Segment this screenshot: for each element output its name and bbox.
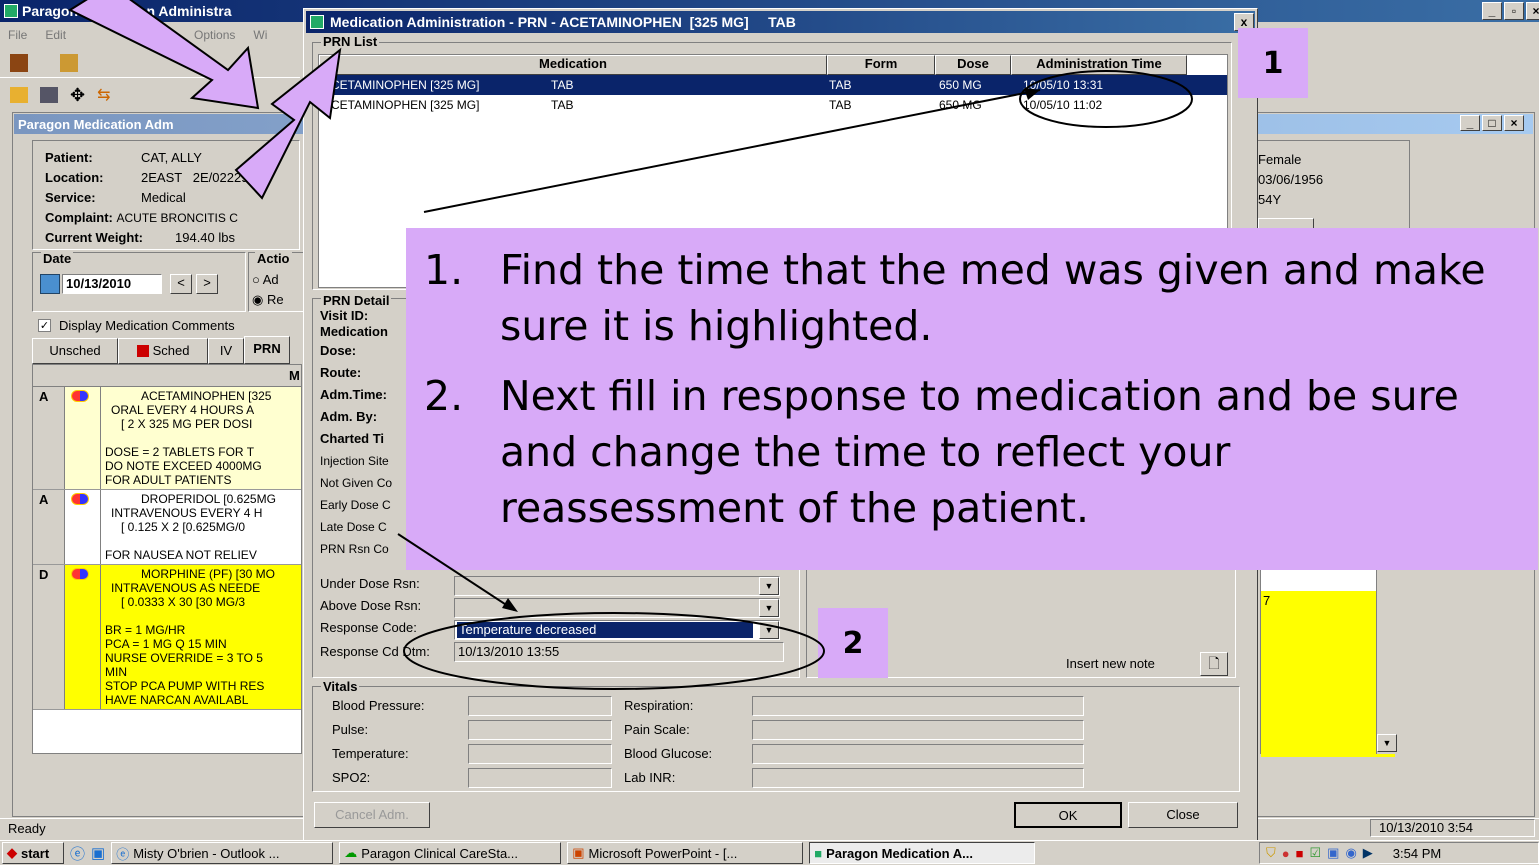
task-outlook[interactable]: ⓔ Misty O'brien - Outlook ... bbox=[111, 842, 334, 864]
tray-globe-icon[interactable]: ◉ bbox=[1345, 845, 1356, 861]
start-button[interactable]: ◆ start bbox=[2, 842, 64, 864]
taskbar-clock: 3:54 PM bbox=[1392, 845, 1442, 861]
task-paragon-label: Paragon Medication A... bbox=[826, 845, 973, 861]
tray-play-icon[interactable]: ▶ bbox=[1363, 845, 1373, 861]
outlook-icon: ⓔ bbox=[116, 846, 130, 862]
task-outlook-label: Misty O'brien - Outlook ... bbox=[133, 845, 280, 861]
carestation-icon: ☁ bbox=[344, 845, 358, 860]
arrow-1-shape bbox=[67, 0, 260, 110]
paragon-icon: ■ bbox=[814, 845, 823, 861]
pointer-head-1 bbox=[1024, 88, 1040, 100]
task-powerpoint[interactable]: ▣ Microsoft PowerPoint - [... bbox=[567, 842, 804, 864]
windows-logo-icon: ◆ bbox=[7, 845, 17, 860]
tray-check-icon[interactable]: ☑ bbox=[1309, 845, 1321, 861]
powerpoint-icon: ▣ bbox=[572, 845, 585, 860]
ie-icon[interactable]: ⓔ bbox=[70, 843, 85, 864]
system-tray: ⛉ ● ■ ☑ ▣ ◉ ▶ 3:54 PM bbox=[1259, 842, 1539, 864]
tray-monitor-icon[interactable]: ▣ bbox=[1327, 845, 1339, 861]
ellipse-admin-time bbox=[1019, 70, 1193, 128]
task-carestation[interactable]: ☁ Paragon Clinical CareSta... bbox=[339, 842, 562, 864]
task-carestation-label: Paragon Clinical CareSta... bbox=[361, 845, 519, 861]
pointer-line-1 bbox=[423, 89, 1041, 213]
pointer-line-2 bbox=[397, 533, 515, 611]
taskbar: ◆ start ⓔ ▣ ⓔ Misty O'brien - Outlook ... … bbox=[0, 840, 1539, 865]
task-powerpoint-label: Microsoft PowerPoint - [... bbox=[588, 845, 738, 861]
tray-shield-icon[interactable]: ⛉ bbox=[1266, 845, 1276, 861]
tray-network-icon[interactable]: ● bbox=[1282, 846, 1290, 861]
pointer-head-2 bbox=[502, 598, 518, 612]
ellipse-response bbox=[403, 612, 825, 690]
start-label: start bbox=[21, 845, 50, 861]
task-paragon[interactable]: ■ Paragon Medication A... bbox=[809, 842, 1036, 864]
tray-app-icon[interactable]: ■ bbox=[1296, 846, 1304, 861]
annotation-overlay bbox=[67, 0, 1193, 690]
desktop-icon[interactable]: ▣ bbox=[91, 844, 105, 862]
